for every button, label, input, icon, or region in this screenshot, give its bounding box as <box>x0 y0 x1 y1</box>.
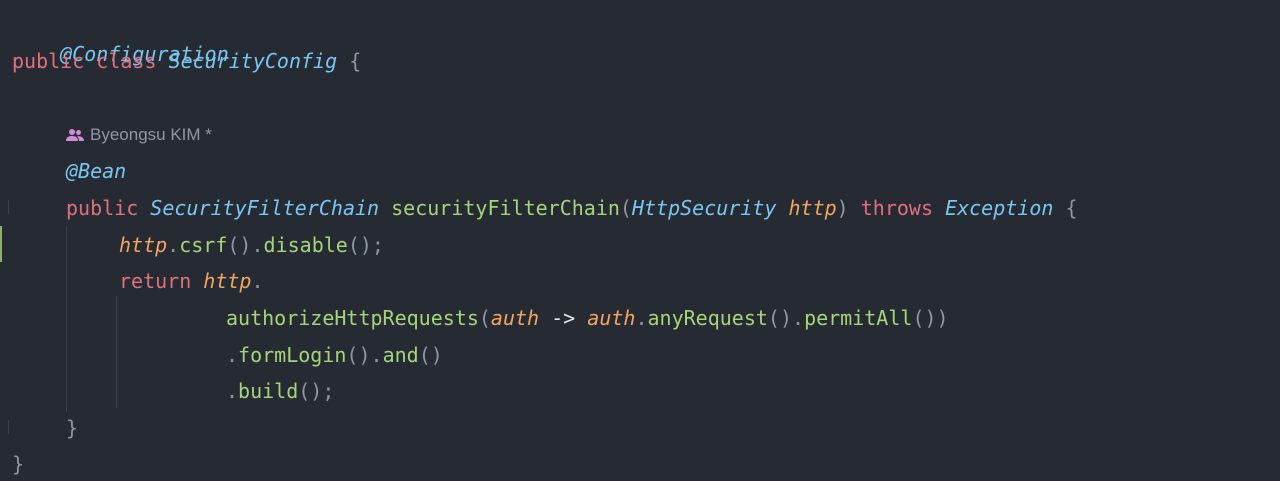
author-name: Byeongsu KIM * <box>90 125 212 144</box>
method-call: csrf <box>179 233 228 257</box>
people-icon <box>66 129 84 141</box>
brace: { <box>349 49 362 73</box>
parens: ()) <box>912 306 949 330</box>
fold-marker[interactable] <box>0 200 9 214</box>
variable: auth <box>587 306 636 330</box>
annotation: @Bean <box>66 159 127 183</box>
param-name: http <box>788 196 837 220</box>
indent-guide <box>116 296 117 408</box>
exception-type: Exception <box>945 196 1054 220</box>
parens: () <box>227 233 252 257</box>
brace: } <box>12 452 25 476</box>
method-call: build <box>238 379 299 403</box>
keyword: class <box>96 49 157 73</box>
lambda-arrow: -> <box>551 306 576 330</box>
return-type: SecurityFilterChain <box>150 196 380 220</box>
dot: . <box>226 379 239 403</box>
dot: . <box>167 233 180 257</box>
variable: http <box>203 269 252 293</box>
method-call: permitAll <box>804 306 913 330</box>
code-line[interactable]: return http. <box>119 266 264 296</box>
method-name: securityFilterChain <box>391 196 620 220</box>
indent-guide <box>66 226 67 412</box>
parens: () <box>767 306 793 330</box>
code-line[interactable]: http.csrf().disable(); <box>119 230 384 260</box>
param-type: HttpSecurity <box>631 196 777 220</box>
code-author-hint[interactable]: Byeongsu KIM * <box>66 120 212 150</box>
method-call: anyRequest <box>647 306 768 330</box>
code-line[interactable]: authorizeHttpRequests(auth -> auth.anyRe… <box>226 303 949 333</box>
paren: ) <box>836 196 849 220</box>
code-line[interactable]: public SecurityFilterChain securityFilte… <box>66 193 1078 223</box>
code-line[interactable]: public class SecurityConfig { <box>12 46 361 76</box>
fold-marker[interactable] <box>0 420 9 434</box>
dot: . <box>251 269 264 293</box>
method-call: authorizeHttpRequests <box>226 306 479 330</box>
parens: () <box>346 343 371 367</box>
lambda-param: auth <box>490 306 540 330</box>
parens: () <box>418 343 443 367</box>
brace: { <box>1065 196 1078 220</box>
code-line[interactable]: } <box>12 449 24 479</box>
code-line[interactable]: .formLogin().and() <box>226 340 443 370</box>
dot: . <box>226 343 239 367</box>
keyword: throws <box>860 196 934 220</box>
parens: (); <box>298 379 335 403</box>
change-marker[interactable] <box>0 226 2 262</box>
keyword: return <box>119 269 192 293</box>
variable: http <box>119 233 168 257</box>
code-line[interactable]: } <box>66 413 78 443</box>
dot: . <box>370 343 383 367</box>
code-line[interactable]: .build(); <box>226 376 334 406</box>
class-name: SecurityConfig <box>168 49 338 73</box>
code-editor[interactable]: @Configuration public class SecurityConf… <box>0 0 1280 481</box>
code-line[interactable]: @Bean <box>66 156 126 186</box>
code-line[interactable]: @Configuration <box>12 9 229 66</box>
paren: ( <box>619 196 632 220</box>
paren: ( <box>478 306 491 330</box>
keyword: public <box>66 196 139 220</box>
method-call: and <box>382 343 419 367</box>
keyword: public <box>12 49 85 73</box>
dot: . <box>251 233 264 257</box>
dot: . <box>635 306 648 330</box>
parens: (); <box>347 233 384 257</box>
method-call: disable <box>263 233 348 257</box>
method-call: formLogin <box>238 343 347 367</box>
dot: . <box>792 306 805 330</box>
brace: } <box>66 416 79 440</box>
